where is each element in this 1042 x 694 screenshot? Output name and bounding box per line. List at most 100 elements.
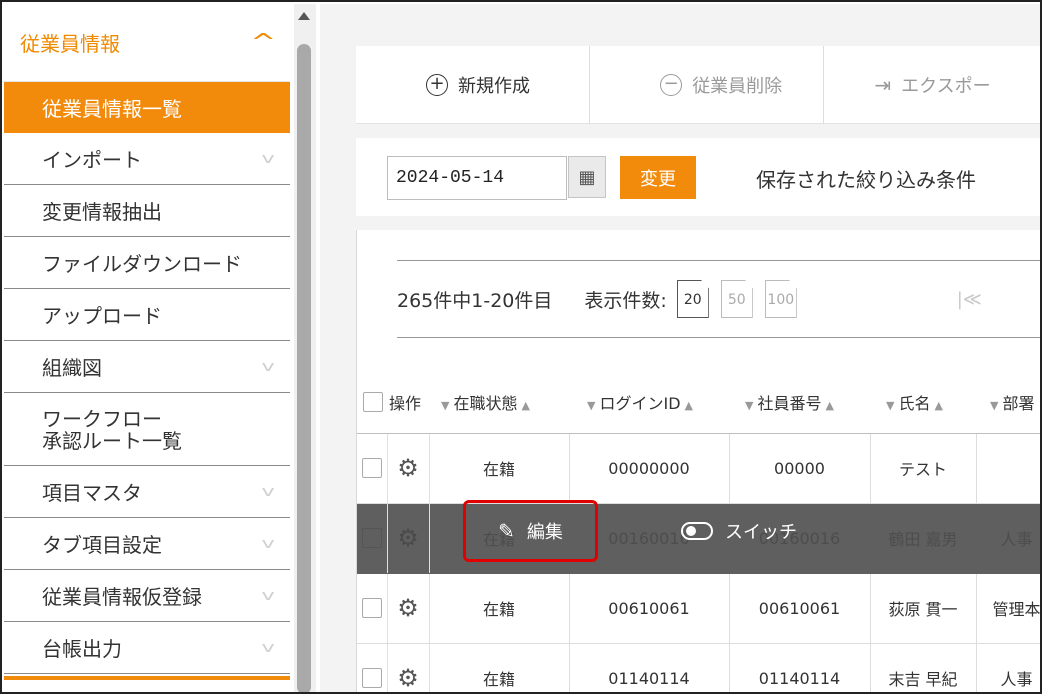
- status-cell: 在籍: [429, 643, 570, 692]
- export-button[interactable]: ⇥ エクスポー: [824, 46, 1040, 124]
- row-select-cell: [357, 503, 388, 574]
- sort-up-icon[interactable]: ▲: [685, 399, 693, 412]
- calendar-icon[interactable]: ▦: [568, 156, 606, 198]
- table-header-row: 操作 ▼ 在職状態 ▲ ▼ ログインID ▲ ▼ 社員番号 ▲ ▼ 氏名 ▲ ▼ 部署: [357, 371, 1040, 434]
- sort-down-icon[interactable]: ▼: [441, 399, 449, 412]
- per-page-50-button[interactable]: 50: [720, 280, 753, 318]
- department-cell: [976, 433, 1040, 504]
- plus-circle-icon: +: [426, 73, 448, 96]
- switch-button[interactable]: スイッチ: [681, 518, 797, 544]
- chevron-down-icon: v: [261, 587, 275, 604]
- sidebar-item-file-download[interactable]: ファイルダウンロード: [4, 237, 290, 289]
- scrollbar-thumb[interactable]: [297, 44, 311, 692]
- sidebar-item-change-extract[interactable]: 変更情報抽出: [4, 185, 290, 237]
- sidebar-item-label: ファイルダウンロード: [42, 252, 242, 276]
- sidebar-item-label: ワークフロー 承認ルート一覧: [42, 407, 182, 453]
- sidebar-item-label-line2: 承認ルート一覧: [42, 429, 182, 453]
- row-op-cell: ⚙: [387, 433, 430, 504]
- header-name-label: 氏名: [898, 393, 931, 413]
- status-cell: 在籍: [429, 433, 570, 504]
- date-input[interactable]: [387, 156, 567, 200]
- header-employee-number[interactable]: ▼ 社員番号 ▲: [729, 371, 870, 434]
- first-page-icon[interactable]: |≪: [957, 289, 982, 310]
- sort-up-icon[interactable]: ▲: [521, 399, 529, 412]
- header-op-label: 操作: [389, 393, 422, 413]
- header-login-id[interactable]: ▼ ログインID ▲: [569, 371, 729, 434]
- status-cell: 在籍: [429, 573, 570, 644]
- gear-icon[interactable]: ⚙: [397, 454, 419, 482]
- sort-up-icon[interactable]: ▲: [825, 399, 833, 412]
- header-department[interactable]: ▼ 部署: [976, 371, 1040, 434]
- row-checkbox[interactable]: [361, 668, 382, 689]
- export-icon: ⇥: [874, 72, 892, 97]
- header-select-all[interactable]: [357, 371, 387, 434]
- per-page-100-button[interactable]: 100: [764, 280, 797, 318]
- sidebar-item-employee-list[interactable]: 従業員情報一覧: [4, 82, 290, 133]
- sidebar-section-header[interactable]: 従業員情報 ^: [4, 4, 290, 82]
- sidebar-item-ledger-output[interactable]: 台帳出力 v: [4, 622, 290, 674]
- per-page-label: 表示件数:: [584, 289, 667, 312]
- sidebar-item-workflow-routes[interactable]: ワークフロー 承認ルート一覧: [4, 393, 290, 466]
- department-cell: 人事: [976, 503, 1040, 574]
- row-checkbox[interactable]: [361, 598, 382, 619]
- login-id-cell: 01140114: [569, 643, 730, 692]
- name-cell: 末吉 早紀: [870, 643, 977, 692]
- name-cell: 荻原 貫一: [870, 573, 977, 644]
- filter-bar: ▦ 変更 保存された絞り込み条件: [356, 138, 1040, 216]
- gear-icon[interactable]: ⚙: [397, 594, 419, 622]
- sidebar-scrollbar[interactable]: [294, 4, 316, 692]
- sidebar-item-tab-settings[interactable]: タブ項目設定 v: [4, 518, 290, 570]
- sidebar-bottom-accent: [4, 676, 290, 680]
- edit-button-label: 編集: [526, 522, 563, 543]
- window: 従業員情報 ^ 従業員情報一覧 インポート v 変更情報抽出 ファイルダウンロー…: [0, 0, 1042, 694]
- employee-number-cell: 01140114: [729, 643, 871, 692]
- sort-down-icon[interactable]: ▼: [886, 399, 894, 412]
- sidebar-item-org-chart[interactable]: 組織図 v: [4, 341, 290, 393]
- change-button[interactable]: 変更: [620, 156, 696, 199]
- chevron-down-icon: v: [261, 150, 275, 167]
- header-empno-label: 社員番号: [757, 393, 822, 413]
- select-all-checkbox[interactable]: [363, 392, 383, 412]
- header-status-label: 在職状態: [453, 393, 518, 413]
- department-cell: 管理本: [976, 573, 1040, 644]
- chevron-down-icon: v: [261, 535, 275, 552]
- sidebar-item-field-master[interactable]: 項目マスタ v: [4, 466, 290, 518]
- edit-pencil-icon: ✎: [498, 519, 515, 543]
- name-cell: テスト: [870, 433, 977, 504]
- saved-filter-link[interactable]: 保存された絞り込み条件: [756, 164, 976, 193]
- new-button[interactable]: + 新規作成: [356, 45, 591, 124]
- row-checkbox[interactable]: [361, 458, 382, 479]
- sort-down-icon[interactable]: ▼: [990, 399, 998, 412]
- sort-down-icon[interactable]: ▼: [745, 399, 753, 412]
- sidebar: 従業員情報 ^ 従業員情報一覧 インポート v 変更情報抽出 ファイルダウンロー…: [4, 4, 290, 692]
- chevron-up-icon[interactable]: ^: [250, 30, 276, 55]
- sidebar-item-import[interactable]: インポート v: [4, 133, 290, 185]
- new-button-label: 新規作成: [458, 75, 530, 97]
- table-row[interactable]: ⚙ 在籍 00000000 00000 テスト: [357, 433, 1040, 504]
- table-row[interactable]: ⚙ 在籍 00610061 00610061 荻原 貫一 管理本: [357, 573, 1040, 644]
- scroll-up-arrow-icon[interactable]: [298, 12, 310, 20]
- sort-down-icon[interactable]: ▼: [587, 399, 595, 412]
- sidebar-item-label: 変更情報抽出: [42, 200, 162, 224]
- sidebar-item-temp-registration[interactable]: 従業員情報仮登録 v: [4, 570, 290, 622]
- gear-icon[interactable]: ⚙: [397, 524, 419, 552]
- chevron-down-icon: v: [261, 483, 275, 500]
- delete-employee-button[interactable]: − 従業員削除: [590, 45, 825, 124]
- edit-button[interactable]: ✎ 編集: [463, 500, 598, 562]
- header-status[interactable]: ▼ 在職状態 ▲: [429, 371, 569, 434]
- sidebar-item-label: 台帳出力: [42, 637, 122, 661]
- row-op-cell: ⚙: [387, 643, 430, 692]
- sort-up-icon[interactable]: ▲: [934, 399, 942, 412]
- per-page-20-button[interactable]: 20: [676, 280, 709, 318]
- sidebar-item-upload[interactable]: アップロード: [4, 289, 290, 341]
- result-count: 265件中1-20件目: [397, 289, 553, 312]
- sidebar-item-label: タブ項目設定: [42, 533, 162, 557]
- row-select-cell: [357, 643, 388, 692]
- row-op-cell: ⚙: [387, 503, 430, 574]
- table-row[interactable]: ⚙ 在籍 01140114 01140114 末吉 早紀 人事: [357, 643, 1040, 692]
- row-checkbox[interactable]: [361, 528, 382, 549]
- gear-icon[interactable]: ⚙: [397, 664, 419, 692]
- header-name[interactable]: ▼ 氏名 ▲: [870, 371, 976, 434]
- action-toolbar: + 新規作成 − 従業員削除 ⇥ エクスポー: [356, 45, 1040, 124]
- sidebar-item-label: 組織図: [42, 356, 102, 380]
